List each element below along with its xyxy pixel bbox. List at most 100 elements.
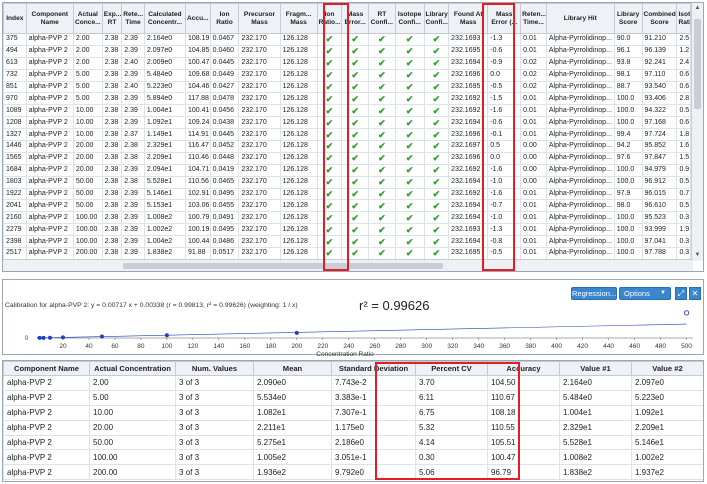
column-header-exp-rt-3[interactable]: Exp... RT (101, 3, 123, 34)
table-cell: 2.38 (101, 175, 123, 189)
table-cell: alpha-PVP 2 (25, 223, 74, 237)
table-cell: 0.0460 (209, 44, 240, 58)
regression-button[interactable]: Regression... (571, 287, 617, 300)
table-row[interactable]: 2279 alpha-PVP 2 100.00 2.38 2.39 1.002e2 100.… (3, 223, 691, 237)
table-row[interactable]: 2160 alpha-PVP 2 100.00 2.38 2.39 1.008e2 100.… (3, 211, 691, 225)
table-cell: 126.128 (279, 199, 318, 213)
table-cell: 5.146e1 (143, 187, 186, 201)
column-header-combined-score-20[interactable]: Combined Score (641, 3, 678, 34)
table-cell: 5.153e1 (143, 199, 186, 213)
column-header-mass-error-16[interactable]: Mass Error (... (487, 3, 522, 34)
horizontal-scroll-thumb[interactable] (123, 263, 443, 269)
table-row[interactable]: alpha-PVP 2 10.00 3 of 3 1.082e1 7.307e-1 6.7… (3, 404, 703, 421)
table-cell: 105.51 (487, 434, 560, 451)
table-cell: 232.1693 (448, 33, 489, 46)
table-cell: 126.128 (279, 163, 318, 177)
table-cell: 6.75 (415, 404, 488, 421)
column-header-ion-ratio-10[interactable]: Ion Ratio... (316, 3, 343, 34)
table-cell: 50.00 (72, 199, 103, 213)
table-cell: 116.47 (184, 140, 211, 153)
column-header-fragm-mass-9[interactable]: Fragm... Mass (279, 3, 318, 34)
stat-header-actual-concentration[interactable]: Actual Concentration (89, 361, 176, 376)
table-row[interactable]: alpha-PVP 2 20.00 3 of 3 2.211e1 1.175e0 5.32… (3, 419, 703, 436)
table-cell: 2.097e0 (631, 375, 703, 391)
table-row[interactable]: 1327 alpha-PVP 2 10.00 2.38 2.37 1.149e1 114.9… (3, 128, 691, 142)
stat-header-accuracy[interactable]: Accuracy (487, 361, 560, 376)
column-header-calculated-concentr-5[interactable]: Calculated Concentr... (143, 3, 186, 34)
stat-header-mean[interactable]: Mean (253, 361, 332, 376)
table-row[interactable]: 2517 alpha-PVP 2 200.00 2.38 2.39 1.838e2 91.8… (3, 247, 691, 260)
vertical-scrollbar[interactable]: ▲ ▼ (691, 3, 703, 261)
table-cell: Alpha-Pyrrolidinop... (545, 104, 615, 118)
table-cell: 232.1692 (448, 104, 489, 118)
column-header-reten-time-17[interactable]: Reten... Time... (520, 3, 547, 34)
check-icon: ✔ (394, 163, 425, 177)
stat-header-standard-deviation[interactable]: Standard Deviation (331, 361, 416, 376)
table-row[interactable]: 1922 alpha-PVP 2 50.00 2.38 2.39 5.146e1 102.9… (3, 187, 691, 201)
scroll-down-icon[interactable]: ▼ (692, 250, 703, 261)
column-header-component-name-1[interactable]: Component Name (25, 3, 74, 34)
options-dropdown[interactable]: Options ▼ (619, 287, 671, 300)
stat-header-value-1[interactable]: Value #1 (559, 361, 632, 376)
table-row[interactable]: alpha-PVP 2 5.00 3 of 3 5.534e0 3.383e-1 6.11… (3, 389, 703, 406)
column-header-library-confi-14[interactable]: Library Confi... (423, 3, 450, 34)
table-row[interactable]: 970 alpha-PVP 2 5.00 2.38 2.39 5.894e0 117.88 0… (3, 92, 691, 106)
horizontal-scrollbar[interactable] (3, 259, 693, 271)
table-cell: alpha-PVP 2 (25, 92, 74, 106)
column-header-library-hit-18[interactable]: Library Hit (545, 3, 615, 34)
column-header-index-0[interactable]: Index (3, 3, 27, 34)
table-cell: -0.6 (487, 116, 522, 130)
table-cell: Alpha-Pyrrolidinop... (545, 151, 615, 165)
table-row[interactable]: alpha-PVP 2 100.00 3 of 3 1.005e2 3.051e-1 0.… (3, 449, 705, 466)
table-row[interactable]: 375 alpha-PVP 2 2.00 2.38 2.39 2.164e0 108.19 0… (3, 33, 691, 46)
expand-icon[interactable]: ⤢ (675, 287, 687, 300)
table-cell: 0.00 (520, 175, 547, 189)
table-cell: 126.128 (279, 175, 318, 189)
table-row[interactable]: 2398 alpha-PVP 2 100.00 2.38 2.39 1.004e2 100.… (3, 235, 691, 249)
column-header-isoto-ratio-21[interactable]: Isoto Ratio (676, 3, 691, 34)
table-row[interactable]: 1803 alpha-PVP 2 50.00 2.38 2.38 5.528e1 110.5… (3, 175, 691, 189)
table-cell: 2.39 (121, 116, 145, 130)
table-row[interactable]: 613 alpha-PVP 2 2.00 2.38 2.40 2.009e0 100.47 0… (3, 56, 691, 70)
close-icon[interactable]: ✕ (689, 287, 701, 300)
table-cell: -1.5 (487, 92, 522, 106)
table-row[interactable]: 1208 alpha-PVP 2 10.00 2.38 2.39 1.092e1 109.2… (3, 116, 691, 130)
table-row[interactable]: 851 alpha-PVP 2 5.00 2.38 2.40 5.223e0 104.46 0… (3, 80, 691, 94)
column-header-library-score-19[interactable]: Library Score (613, 3, 643, 34)
column-header-actual-conce-2[interactable]: Actual Conce... (72, 3, 103, 34)
table-row[interactable]: alpha-PVP 2 50.00 3 of 3 5.275e1 2.186e0 4.14… (3, 434, 703, 451)
column-header-accu-6[interactable]: Accu... (184, 3, 211, 34)
column-header-mass-error-11[interactable]: Mass Error... (341, 3, 369, 34)
stat-header-percent-cv[interactable]: Percent CV (415, 361, 488, 376)
table-row[interactable]: 1565 alpha-PVP 2 20.00 2.38 2.38 2.209e1 110.4… (3, 151, 691, 165)
column-header-isotope-confi-13[interactable]: Isotope Confi... (394, 3, 425, 34)
table-row[interactable]: 494 alpha-PVP 2 2.00 2.38 2.39 2.097e0 104.85 0… (3, 44, 691, 58)
column-header-rt-confi-12[interactable]: RT Confi... (367, 3, 396, 34)
table-cell: 5.484e0 (559, 389, 632, 406)
table-cell: -1.3 (487, 33, 522, 46)
column-header-rete-time-4[interactable]: Rete... Time (121, 3, 145, 34)
column-header-found-at-mass-15[interactable]: Found At Mass (448, 3, 489, 34)
stat-header-num-values[interactable]: Num. Values (175, 361, 254, 376)
x-tick-label: 200 (291, 343, 302, 350)
table-row[interactable]: 1446 alpha-PVP 2 20.00 2.38 2.38 2.329e1 116.4… (3, 140, 691, 153)
column-header-ion-ratio-7[interactable]: Ion Ratio (209, 3, 240, 34)
stat-header-value-3[interactable]: Value #3 (704, 362, 705, 376)
table-cell: 5.223e0 (631, 389, 703, 406)
table-cell: 1.004e2 (704, 450, 705, 465)
vertical-scroll-thumb[interactable] (694, 19, 701, 109)
check-icon: ✔ (316, 235, 343, 249)
table-cell: 232.170 (238, 151, 281, 165)
table-row[interactable]: 1089 alpha-PVP 2 10.00 2.38 2.39 1.004e1 100.4… (3, 104, 691, 118)
scroll-up-icon[interactable]: ▲ (692, 3, 703, 14)
stat-header-value-2[interactable]: Value #2 (631, 361, 703, 376)
table-cell: 126.128 (279, 247, 318, 260)
table-cell: 126.128 (279, 68, 318, 82)
table-row[interactable]: 732 alpha-PVP 2 5.00 2.38 2.39 5.484e0 109.68 0… (3, 68, 691, 82)
table-row[interactable]: alpha-PVP 2 2.00 3 of 3 2.090e0 7.743e-2 3.70… (3, 375, 703, 391)
table-row[interactable]: 2041 alpha-PVP 2 50.00 2.38 2.39 5.153e1 103.0… (3, 199, 691, 213)
table-row[interactable]: 1684 alpha-PVP 2 20.00 2.38 2.39 2.094e1 104.7… (3, 163, 691, 177)
table-row[interactable]: alpha-PVP 2 200.00 3 of 3 1.936e2 9.792e0 5.0… (3, 464, 703, 481)
stat-header-component-name[interactable]: Component Name (3, 361, 90, 376)
column-header-precursor-mass-8[interactable]: Precursor Mass (238, 3, 281, 34)
